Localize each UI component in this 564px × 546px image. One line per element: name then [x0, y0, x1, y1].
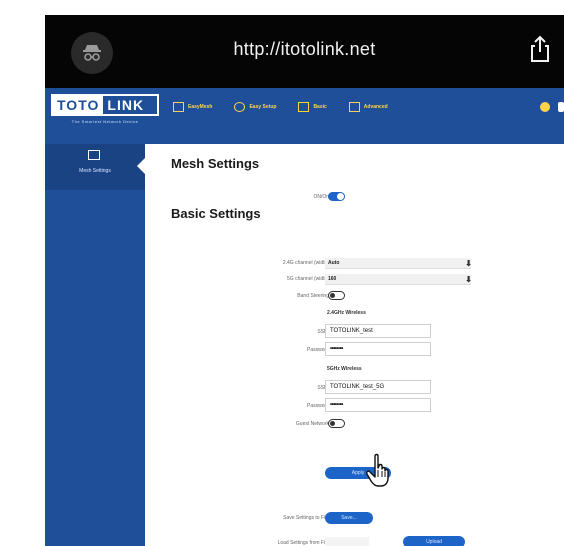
gear-icon — [234, 102, 246, 112]
hand-cursor-icon — [365, 453, 395, 489]
nav-label: EasyMesh — [188, 104, 213, 110]
browser-toolbar: http://itotolink.net — [45, 15, 564, 88]
share-icon[interactable] — [528, 35, 552, 63]
band-5-label: 5G channel (width) — [287, 276, 329, 282]
header-actions — [540, 102, 564, 112]
nav-label: Easy Setup — [249, 104, 277, 110]
nav-easymesh[interactable]: EasyMesh — [173, 102, 212, 112]
mesh-icon — [173, 102, 184, 112]
ssid5-input[interactable]: TOTOLINK_test_5G — [325, 380, 431, 394]
wifi5-header: 5GHz Wireless — [327, 366, 362, 372]
mesh-onoff-label: ON/On — [313, 194, 329, 200]
advanced-icon — [348, 102, 360, 112]
screenshot-frame: http://itotolink.net TOTO LINK The Smart… — [45, 15, 564, 546]
wifi24-header: 2.4GHz Wireless — [327, 310, 366, 316]
nav-basic[interactable]: Basic — [298, 102, 327, 112]
password24-input[interactable]: •••••••• — [325, 342, 431, 356]
band-5-select[interactable]: 160 ⬇ — [325, 274, 472, 285]
main-nav: EasyMesh Easy Setup Basic Advanced — [173, 102, 402, 112]
nav-easy-setup[interactable]: Easy Setup — [234, 102, 276, 112]
chevron-down-icon: ⬇ — [465, 259, 472, 268]
file-chooser[interactable] — [325, 537, 369, 546]
basic-icon — [298, 102, 310, 112]
band-24-value: Auto — [328, 260, 340, 266]
sidebar: Mesh Settings — [45, 144, 145, 546]
nav-advanced[interactable]: Advanced — [348, 102, 388, 112]
logo-text-a: TOTO — [53, 96, 104, 114]
guest-network-label: Guest Network — [295, 421, 329, 427]
password5-input[interactable]: •••••••• — [325, 398, 431, 412]
nav-label: Basic — [313, 104, 327, 110]
ssid24-input[interactable]: TOTOLINK_test — [325, 324, 431, 338]
active-indicator — [137, 158, 145, 174]
save-button[interactable]: Save... — [325, 512, 373, 524]
page-title: Mesh Settings — [171, 156, 260, 171]
band-24-select[interactable]: Auto ⬇ — [325, 258, 472, 269]
sidebar-item-label: Mesh Settings — [79, 168, 111, 174]
nav-label: Advanced — [363, 104, 388, 110]
mesh-settings-icon — [88, 150, 100, 160]
mesh-toggle[interactable] — [328, 192, 345, 201]
main-content: Mesh Settings ON/On Basic Settings 2.4G … — [145, 144, 564, 546]
band-5-value: 160 — [328, 276, 337, 282]
address-bar-url[interactable]: http://itotolink.net — [45, 39, 564, 60]
load-file-label: Load Settings from File — [277, 540, 329, 546]
band-steering-toggle[interactable] — [328, 291, 345, 300]
guest-network-toggle[interactable] — [328, 419, 345, 428]
logo-tagline: The Smartest Network Device — [71, 119, 139, 124]
logo-text-b: LINK — [107, 97, 145, 113]
band-24-label: 2.4G channel (width) — [282, 260, 329, 266]
sidebar-item-mesh-settings[interactable]: Mesh Settings — [45, 144, 145, 190]
info-icon[interactable] — [540, 102, 550, 112]
chevron-down-icon: ⬇ — [465, 275, 472, 284]
section-title: Basic Settings — [171, 206, 261, 221]
save-file-label: Save Settings to File — [283, 515, 329, 521]
totolink-logo: TOTO LINK The Smartest Network Device — [51, 94, 159, 124]
upload-button[interactable]: Upload — [403, 536, 465, 546]
router-header: TOTO LINK The Smartest Network Device Ea… — [45, 88, 564, 144]
band-steering-label: Band Steering — [297, 293, 329, 299]
logout-icon[interactable] — [558, 102, 564, 112]
